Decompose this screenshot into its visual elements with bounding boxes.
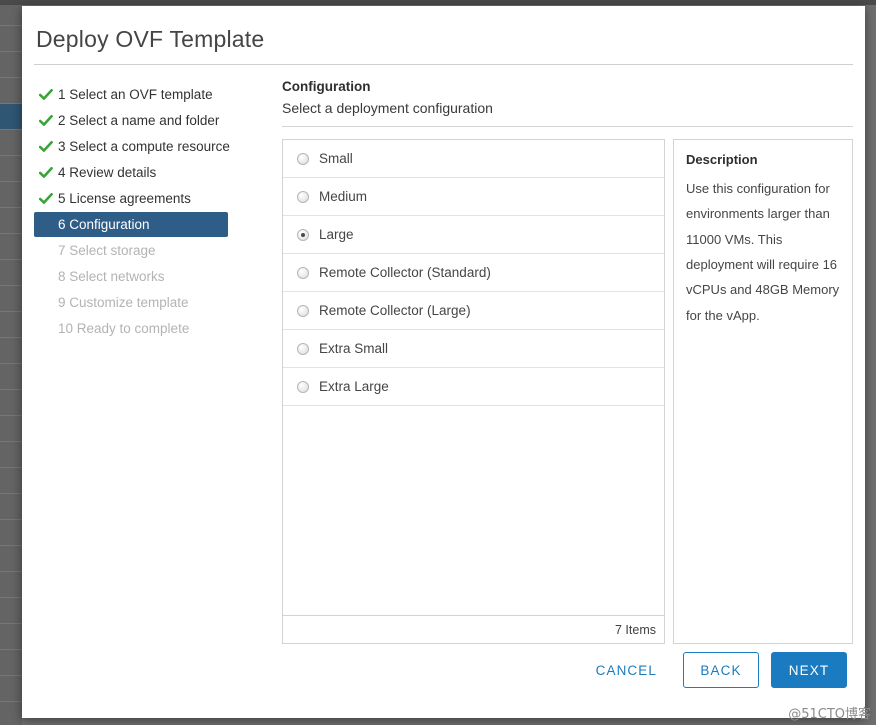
- wizard-step-4[interactable]: 4 Review details: [34, 160, 268, 185]
- background-row-selected: [0, 104, 22, 130]
- background-row: [0, 234, 22, 260]
- background-top-bar: [0, 0, 876, 5]
- background-row: [0, 312, 22, 338]
- radio-icon-selected[interactable]: [297, 228, 309, 241]
- option-row-extra-large[interactable]: Extra Large: [283, 368, 664, 406]
- check-icon: [39, 114, 58, 127]
- option-label: Large: [319, 227, 354, 242]
- dialog-body: 1 Select an OVF template 2 Select a name…: [22, 65, 865, 645]
- back-button[interactable]: BACK: [683, 652, 759, 688]
- background-row: [0, 702, 22, 725]
- wizard-step-label: 6 Configuration: [58, 217, 150, 232]
- option-row-small[interactable]: Small: [283, 140, 664, 178]
- description-panel: Description Use this configuration for e…: [673, 139, 853, 644]
- page-title: Configuration: [282, 79, 371, 94]
- watermark: @51CTO博客: [788, 707, 871, 722]
- next-button[interactable]: NEXT: [771, 652, 847, 688]
- background-row: [0, 260, 22, 286]
- wizard-step-10: 10 Ready to complete: [34, 316, 268, 341]
- option-row-extra-small[interactable]: Extra Small: [283, 330, 664, 368]
- check-icon: [39, 192, 58, 205]
- wizard-step-label: 7 Select storage: [58, 243, 156, 258]
- configuration-option-table: Small Medium Large Remote Collector (Sta…: [282, 139, 665, 644]
- background-row: [0, 676, 22, 702]
- wizard-step-label: 1 Select an OVF template: [58, 87, 213, 102]
- background-row: [0, 78, 22, 104]
- wizard-step-2[interactable]: 2 Select a name and folder: [34, 108, 268, 133]
- wizard-step-label: 2 Select a name and folder: [58, 113, 220, 128]
- radio-icon[interactable]: [297, 380, 309, 393]
- option-row-medium[interactable]: Medium: [283, 178, 664, 216]
- background-row: [0, 468, 22, 494]
- option-label: Small: [319, 151, 353, 166]
- background-row: [0, 416, 22, 442]
- option-row-remote-collector-large[interactable]: Remote Collector (Large): [283, 292, 664, 330]
- background-row: [0, 130, 22, 156]
- wizard-step-9: 9 Customize template: [34, 290, 268, 315]
- background-row: [0, 390, 22, 416]
- configuration-panels: Small Medium Large Remote Collector (Sta…: [282, 139, 853, 644]
- configuration-option-list: Small Medium Large Remote Collector (Sta…: [283, 140, 664, 615]
- option-label: Remote Collector (Large): [319, 303, 471, 318]
- option-row-large[interactable]: Large: [283, 216, 664, 254]
- page-subtitle: Select a deployment configuration: [282, 100, 493, 116]
- background-row: [0, 52, 22, 78]
- wizard-step-label: 9 Customize template: [58, 295, 189, 310]
- wizard-step-5[interactable]: 5 License agreements: [34, 186, 268, 211]
- background-row: [0, 156, 22, 182]
- dialog-footer: CANCEL BACK NEXT: [22, 622, 865, 718]
- background-row: [0, 624, 22, 650]
- background-row: [0, 598, 22, 624]
- configuration-pane: Configuration Select a deployment config…: [268, 79, 853, 645]
- background-row: [0, 520, 22, 546]
- content-divider: [282, 126, 853, 127]
- background-row: [0, 286, 22, 312]
- background-row: [0, 494, 22, 520]
- background-row: [0, 364, 22, 390]
- description-heading: Description: [686, 152, 758, 167]
- wizard-step-label: 4 Review details: [58, 165, 157, 180]
- option-row-remote-collector-standard[interactable]: Remote Collector (Standard): [283, 254, 664, 292]
- description-text: Use this configuration for environments …: [686, 181, 840, 323]
- wizard-step-label: 10 Ready to complete: [58, 321, 190, 336]
- radio-icon[interactable]: [297, 304, 309, 317]
- background-row: [0, 338, 22, 364]
- wizard-step-list: 1 Select an OVF template 2 Select a name…: [34, 79, 268, 645]
- wizard-step-label: 3 Select a compute resource: [58, 139, 230, 154]
- option-label: Extra Large: [319, 379, 389, 394]
- background-row: [0, 442, 22, 468]
- wizard-step-1[interactable]: 1 Select an OVF template: [34, 82, 268, 107]
- cancel-button[interactable]: CANCEL: [580, 652, 673, 688]
- radio-icon[interactable]: [297, 342, 309, 355]
- check-icon: [39, 140, 58, 153]
- radio-icon[interactable]: [297, 266, 309, 279]
- option-label: Extra Small: [319, 341, 389, 356]
- radio-icon[interactable]: [297, 152, 309, 165]
- background-row: [0, 546, 22, 572]
- background-row: [0, 208, 22, 234]
- option-label: Medium: [319, 189, 368, 204]
- wizard-step-label: 8 Select networks: [58, 269, 165, 284]
- dialog-title: Deploy OVF Template: [36, 26, 265, 52]
- check-icon: [39, 166, 58, 179]
- radio-icon[interactable]: [297, 190, 309, 203]
- background-row: [0, 26, 22, 52]
- check-icon: [39, 88, 58, 101]
- background-row: [0, 182, 22, 208]
- wizard-step-label: 5 License agreements: [58, 191, 191, 206]
- wizard-step-3[interactable]: 3 Select a compute resource: [34, 134, 268, 159]
- background-row: [0, 572, 22, 598]
- deploy-ovf-template-dialog: Deploy OVF Template 1 Select an OVF temp…: [22, 6, 865, 718]
- wizard-step-6-current[interactable]: 6 Configuration: [34, 212, 228, 237]
- wizard-step-8: 8 Select networks: [34, 264, 268, 289]
- background-row: [0, 650, 22, 676]
- wizard-step-7: 7 Select storage: [34, 238, 268, 263]
- background-sidebar-sliver: [0, 0, 22, 725]
- option-label: Remote Collector (Standard): [319, 265, 491, 280]
